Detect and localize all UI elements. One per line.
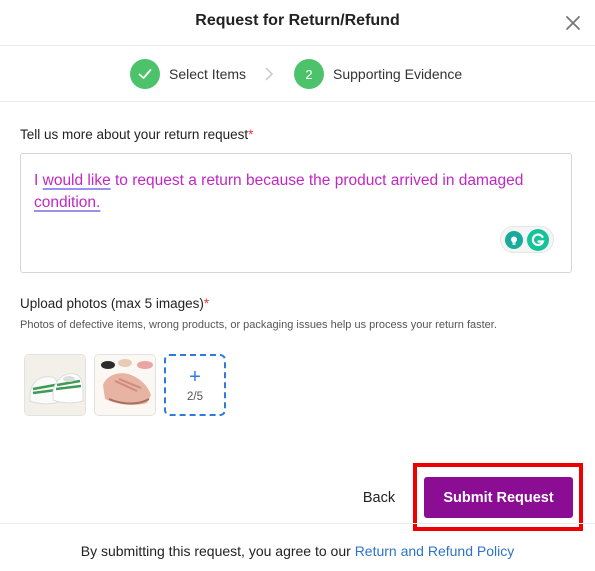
chevron-right-icon xyxy=(265,67,274,81)
grammar-flag[interactable]: condition. xyxy=(34,194,100,211)
close-icon[interactable] xyxy=(563,13,583,33)
dialog-header: Request for Return/Refund xyxy=(0,0,595,46)
step-supporting-evidence: 2 Supporting Evidence xyxy=(294,59,462,89)
required-mark: * xyxy=(203,296,210,311)
plus-icon: + xyxy=(189,365,201,388)
step-label: Select Items xyxy=(169,66,247,82)
reason-text[interactable]: I would like to request a return because… xyxy=(34,170,559,214)
step-label: Supporting Evidence xyxy=(333,66,463,82)
refund-policy-link[interactable]: Return and Refund Policy xyxy=(355,543,515,559)
shoe-image xyxy=(25,355,85,415)
step-select-items: Select Items xyxy=(130,59,246,89)
reason-label: Tell us more about your return request* xyxy=(20,127,254,142)
photo-count: 2/5 xyxy=(187,390,203,403)
check-icon xyxy=(138,69,152,79)
dialog-title: Request for Return/Refund xyxy=(195,12,400,29)
reason-textarea[interactable]: I would like to request a return because… xyxy=(20,153,572,273)
photos-label: Upload photos (max 5 images)* xyxy=(20,296,210,311)
back-button[interactable]: Back xyxy=(350,485,408,511)
grammar-flag[interactable]: would like xyxy=(43,172,111,189)
dialog-footer: By submitting this request, you agree to… xyxy=(0,523,595,571)
writing-assistant-widget[interactable] xyxy=(500,226,554,253)
terms-notice: By submitting this request, you agree to… xyxy=(80,543,515,559)
step-number: 2 xyxy=(294,59,324,89)
step-completed-circle xyxy=(130,59,160,89)
photos-hint: Photos of defective items, wrong product… xyxy=(20,319,497,331)
photo-thumbnail-white-green-shoes[interactable] xyxy=(24,354,86,416)
stepper: Select Items 2 Supporting Evidence xyxy=(0,46,595,102)
required-mark: * xyxy=(248,127,254,142)
submit-request-button[interactable]: Submit Request xyxy=(424,477,573,518)
grammarly-icon[interactable] xyxy=(527,228,549,251)
shoe-image xyxy=(95,355,155,415)
photo-thumbnail-pink-shoes[interactable] xyxy=(94,354,156,416)
add-photo-button[interactable]: + 2/5 xyxy=(164,354,226,416)
bulb-icon[interactable] xyxy=(505,230,523,249)
